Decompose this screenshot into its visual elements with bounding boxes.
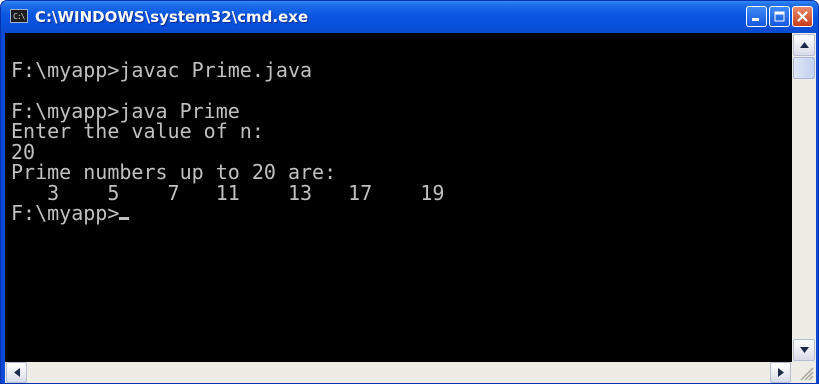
text-cursor xyxy=(119,217,130,220)
horizontal-scrollbar[interactable] xyxy=(5,362,792,383)
minimize-button[interactable] xyxy=(746,6,767,27)
console-line: F:\myapp> xyxy=(11,201,120,225)
scroll-right-button[interactable] xyxy=(770,362,791,383)
vertical-scroll-thumb[interactable] xyxy=(793,57,815,79)
title-bar[interactable]: C:\ C:\WINDOWS\system32\cmd.exe xyxy=(1,1,818,33)
console-text: F:\myapp>javac Prime.java F:\myapp>java … xyxy=(11,39,444,224)
vertical-scrollbar[interactable] xyxy=(792,33,816,362)
arrow-up-icon xyxy=(799,42,809,48)
arrow-down-icon xyxy=(799,347,809,353)
maximize-button[interactable] xyxy=(769,6,790,27)
close-button[interactable] xyxy=(792,6,813,27)
arrow-left-icon xyxy=(13,368,20,377)
resize-grip-icon xyxy=(800,367,814,381)
scroll-left-button[interactable] xyxy=(6,362,27,383)
window-title: C:\WINDOWS\system32\cmd.exe xyxy=(35,8,309,26)
cmd-app-icon: C:\ xyxy=(10,9,28,23)
scroll-up-button[interactable] xyxy=(793,34,815,56)
console-line: F:\myapp>javac Prime.java xyxy=(11,57,313,82)
console-output[interactable]: F:\myapp>javac Prime.java F:\myapp>java … xyxy=(5,33,792,362)
cmd-window: C:\ C:\WINDOWS\system32\cmd.exe F:\myapp… xyxy=(0,0,819,384)
console-line: Enter the value of n: xyxy=(11,119,264,143)
minimize-icon xyxy=(752,18,759,21)
close-icon xyxy=(797,11,808,22)
scroll-down-button[interactable] xyxy=(793,339,815,361)
maximize-icon xyxy=(774,11,785,22)
resize-grip[interactable] xyxy=(792,362,816,383)
arrow-right-icon xyxy=(777,368,784,377)
